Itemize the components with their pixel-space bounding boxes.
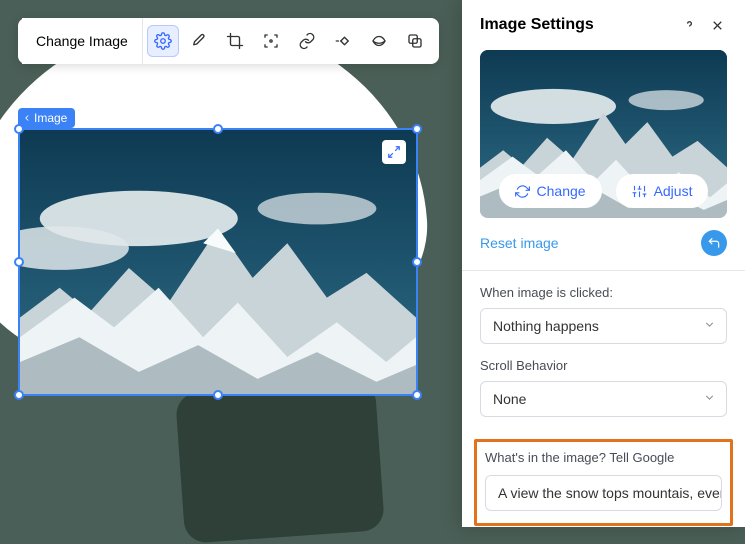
brush-icon[interactable]	[183, 25, 215, 57]
change-image-button[interactable]: Change Image	[22, 18, 143, 64]
resize-handle[interactable]	[14, 257, 24, 267]
click-behavior-label: When image is clicked:	[480, 285, 727, 300]
focal-point-icon[interactable]	[255, 25, 287, 57]
selected-image[interactable]	[18, 128, 418, 396]
resize-handle[interactable]	[213, 390, 223, 400]
scroll-behavior-select[interactable]: None	[480, 381, 727, 417]
resize-handle[interactable]	[213, 124, 223, 134]
resize-handle[interactable]	[412, 257, 422, 267]
undo-icon[interactable]	[701, 230, 727, 256]
image-toolbar: Change Image	[18, 18, 439, 64]
image-preview: Change Adjust	[480, 50, 727, 218]
mountain-image	[20, 130, 416, 394]
panel-title: Image Settings	[480, 16, 675, 34]
panel-header: Image Settings	[462, 0, 745, 50]
overlap-icon[interactable]	[399, 25, 431, 57]
resize-handle[interactable]	[14, 124, 24, 134]
resize-handle[interactable]	[412, 390, 422, 400]
settings-icon[interactable]	[147, 25, 179, 57]
resize-handle[interactable]	[14, 390, 24, 400]
click-behavior-select[interactable]: Nothing happens	[480, 308, 727, 344]
scroll-behavior-label: Scroll Behavior	[480, 358, 727, 373]
chevron-down-icon	[703, 318, 716, 334]
background-shape-b	[175, 380, 385, 544]
alt-text-input[interactable]: A view the snow tops mountais, ever…	[485, 475, 722, 511]
image-settings-panel: Image Settings Change Adjust Reset image	[462, 0, 745, 527]
chevron-down-icon	[703, 391, 716, 407]
animation-icon[interactable]	[327, 25, 359, 57]
reset-image-link[interactable]: Reset image	[480, 235, 701, 251]
mask-icon[interactable]	[363, 25, 395, 57]
expand-icon[interactable]	[382, 140, 406, 164]
adjust-button[interactable]: Adjust	[616, 174, 709, 208]
close-icon[interactable]	[703, 11, 731, 39]
alt-text-section: What's in the image? Tell Google A view …	[474, 439, 733, 526]
resize-handle[interactable]	[412, 124, 422, 134]
breadcrumb-label: Image	[34, 111, 67, 125]
link-icon[interactable]	[291, 25, 323, 57]
crop-icon[interactable]	[219, 25, 251, 57]
change-button[interactable]: Change	[499, 174, 602, 208]
breadcrumb[interactable]: Image	[18, 108, 75, 128]
alt-text-label: What's in the image? Tell Google	[485, 450, 722, 465]
help-icon[interactable]	[675, 11, 703, 39]
